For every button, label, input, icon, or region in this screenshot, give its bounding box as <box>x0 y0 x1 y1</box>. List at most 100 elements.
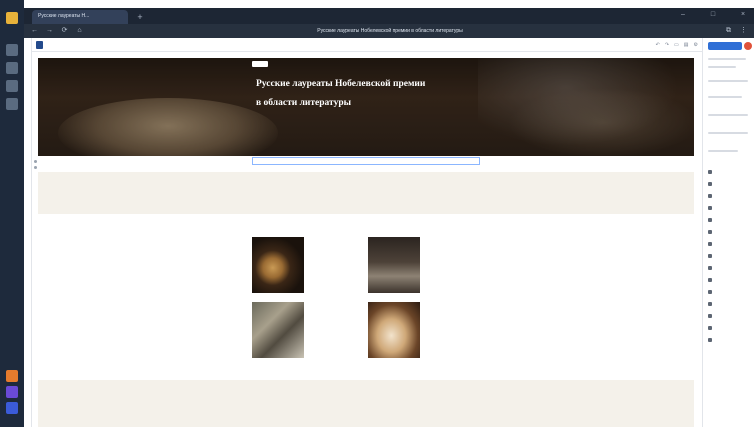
widget-icon <box>708 229 712 234</box>
inspector-item[interactable] <box>708 204 750 211</box>
reload-icon[interactable]: ⟳ <box>60 26 69 35</box>
app-icon[interactable] <box>6 386 18 398</box>
browser-nav-buttons: ← → ⟳ ⌂ <box>30 26 86 36</box>
card-image[interactable] <box>368 302 420 358</box>
drag-handle-icon[interactable] <box>34 160 37 163</box>
os-taskbar <box>0 0 24 427</box>
widget-icon <box>708 277 712 282</box>
section-text[interactable] <box>256 194 496 206</box>
widget-icon <box>708 217 712 222</box>
user-avatar[interactable] <box>744 42 752 50</box>
section-heading[interactable] <box>300 388 436 394</box>
inspector-item[interactable] <box>708 288 750 295</box>
widget-icon <box>708 169 712 174</box>
card-text[interactable] <box>426 318 484 336</box>
editor-home-link[interactable] <box>48 42 78 48</box>
publish-button[interactable] <box>708 42 742 50</box>
close-button[interactable]: × <box>738 10 748 20</box>
hero-author[interactable] <box>256 128 316 133</box>
intro-section <box>38 172 694 214</box>
inspector-item[interactable] <box>708 300 750 307</box>
inspector-item[interactable] <box>708 336 750 343</box>
widget-icon <box>708 289 712 294</box>
card-text[interactable] <box>310 318 368 336</box>
app-icon[interactable] <box>6 80 18 92</box>
forward-icon[interactable]: → <box>45 26 54 35</box>
editor-actions: ↶ ↷ ▭ ▤ ⚙ <box>590 41 698 49</box>
editor-left-rail <box>24 38 32 427</box>
window-controls: – □ × <box>678 10 748 22</box>
selection-outline <box>252 157 480 165</box>
inspector-item[interactable] <box>708 276 750 283</box>
app-icon[interactable] <box>6 98 18 110</box>
inspector-divider <box>708 132 748 134</box>
card-text[interactable] <box>310 252 368 270</box>
new-tab-button[interactable]: + <box>134 11 146 23</box>
block-toolbar[interactable] <box>252 61 268 67</box>
card-title[interactable] <box>426 307 480 312</box>
app-icon[interactable] <box>6 62 18 74</box>
browser-tools: ⧉ ⋮ <box>708 26 748 36</box>
app-icon[interactable] <box>6 44 18 56</box>
card-image[interactable] <box>252 237 304 293</box>
widget-icon <box>708 241 712 246</box>
menu-icon[interactable]: ⋮ <box>739 26 748 35</box>
app-icon[interactable] <box>6 370 18 382</box>
widget-icon <box>708 313 712 318</box>
card-title[interactable] <box>426 241 480 246</box>
redo-icon[interactable]: ↷ <box>665 42 669 49</box>
back-icon[interactable]: ← <box>30 26 39 35</box>
section-heading[interactable] <box>280 181 456 187</box>
start-icon[interactable] <box>6 12 18 24</box>
app-icon[interactable] <box>6 402 18 414</box>
home-icon[interactable]: ⌂ <box>75 26 84 35</box>
widget-icon <box>708 253 712 258</box>
drag-handle-icon[interactable] <box>34 166 37 169</box>
widget-icon <box>708 325 712 330</box>
hero-title[interactable]: в области литературы <box>256 97 456 109</box>
section-text[interactable] <box>296 400 440 405</box>
card-image[interactable] <box>368 237 420 293</box>
minimize-button[interactable]: – <box>678 10 688 20</box>
widget-icon <box>708 205 712 210</box>
inspector-divider <box>708 114 748 116</box>
settings-icon[interactable]: ⚙ <box>694 42 698 49</box>
editor-logo-icon[interactable] <box>36 41 43 49</box>
inspector-item[interactable] <box>708 180 750 187</box>
card-title[interactable] <box>310 307 364 312</box>
inspector-item[interactable] <box>708 228 750 235</box>
device-preview-icon[interactable]: ▭ <box>674 42 679 49</box>
undo-icon[interactable]: ↶ <box>656 42 660 49</box>
layers-icon[interactable]: ▤ <box>684 42 689 49</box>
page-title: Русские лауреаты Нобелевской премии в об… <box>317 28 463 34</box>
inspector-divider <box>708 58 746 60</box>
extensions-icon[interactable]: ⧉ <box>724 26 733 35</box>
inspector-divider <box>708 80 748 82</box>
breadcrumb[interactable] <box>44 62 184 68</box>
inspector-item[interactable] <box>708 312 750 319</box>
inspector-divider <box>708 66 736 68</box>
card-title[interactable] <box>310 241 364 246</box>
card-text[interactable] <box>426 252 484 270</box>
inspector-divider <box>708 150 738 152</box>
browser-tab[interactable]: Русские лауреаты Н... <box>32 10 128 24</box>
hero-subtitle[interactable] <box>256 114 466 128</box>
inspector-divider <box>708 96 742 98</box>
widget-icon <box>708 181 712 186</box>
inspector-item[interactable] <box>708 252 750 259</box>
inspector-item[interactable] <box>708 168 750 175</box>
inspector-item[interactable] <box>708 216 750 223</box>
widget-icon <box>708 193 712 198</box>
card-image[interactable] <box>252 302 304 358</box>
widget-icon <box>708 265 712 270</box>
widget-icon <box>708 301 712 306</box>
widget-icon <box>708 337 712 342</box>
url-field[interactable] <box>90 27 170 35</box>
inspector-item[interactable] <box>708 240 750 247</box>
inspector-item[interactable] <box>708 264 750 271</box>
inspector-item[interactable] <box>708 192 750 199</box>
maximize-button[interactable]: □ <box>708 10 718 20</box>
section-link[interactable] <box>340 409 396 414</box>
hero-title[interactable]: Русские лауреаты Нобелевской премии <box>256 78 456 90</box>
inspector-item[interactable] <box>708 324 750 331</box>
